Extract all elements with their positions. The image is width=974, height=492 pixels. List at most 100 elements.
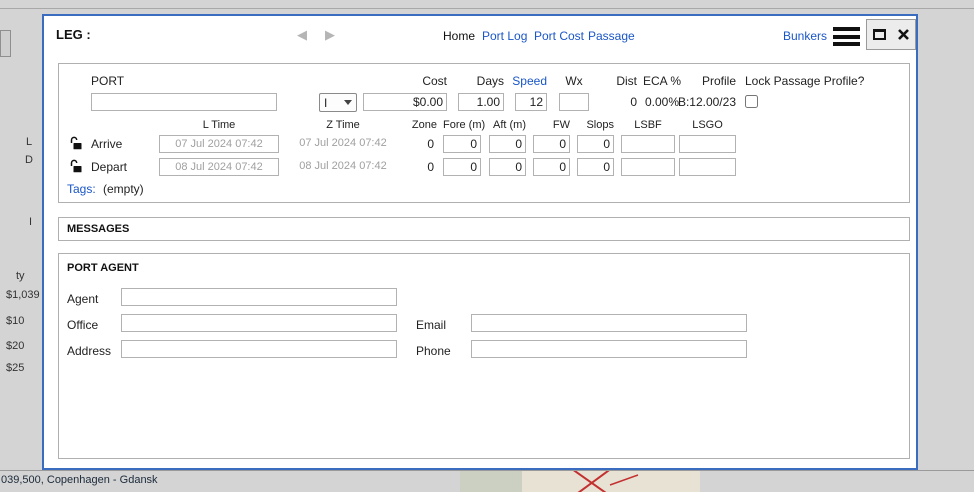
background-panel-fragment (0, 30, 11, 57)
arrive-lsgo-input[interactable] (679, 135, 736, 153)
background-text-fragment: D (25, 154, 33, 166)
cost-header: Cost (411, 74, 447, 88)
background-text-fragment: ty (16, 270, 25, 282)
close-icon (897, 28, 910, 41)
agent-label: Agent (67, 292, 98, 306)
days-header: Days (468, 74, 504, 88)
nav-previous-icon[interactable]: ◀ (297, 27, 307, 43)
nav-link-port-cost[interactable]: Port Cost (534, 29, 584, 43)
address-label: Address (67, 344, 111, 358)
address-input[interactable] (121, 340, 397, 358)
hamburger-bar (833, 27, 860, 31)
fw-header: FW (533, 119, 570, 131)
email-input[interactable] (471, 314, 747, 332)
lsgo-header: LSGO (679, 119, 736, 131)
nav-next-icon[interactable]: ▶ (325, 27, 335, 43)
depart-fw-input[interactable] (533, 158, 570, 176)
nav-link-port-log[interactable]: Port Log (482, 29, 527, 43)
wx-header: Wx (559, 74, 589, 88)
tags-value: (empty) (103, 182, 144, 196)
nav-link-passage[interactable]: Passage (588, 29, 635, 43)
cost-input[interactable] (363, 93, 447, 111)
lock-open-icon[interactable] (69, 159, 83, 173)
leg-type-value: I (324, 96, 327, 110)
depart-ltime-input[interactable] (159, 158, 279, 176)
fore-header: Fore (m) (443, 119, 481, 131)
ztime-header: Z Time (293, 119, 393, 131)
arrive-lsbf-input[interactable] (621, 135, 675, 153)
leg-section: PORT Cost Days Speed Wx Dist ECA % Profi… (58, 63, 910, 203)
speed-input[interactable] (515, 93, 547, 111)
lock-passage-profile-label: Lock Passage Profile? (745, 74, 864, 88)
background-text-fragment: I (29, 216, 32, 228)
map-land-shape (460, 471, 522, 492)
background-map (460, 471, 700, 492)
maximize-icon (873, 29, 886, 40)
arrive-zone-value: 0 (407, 137, 434, 151)
port-agent-section: PORT AGENT Agent Office Email Address Ph… (58, 253, 910, 459)
email-label: Email (416, 318, 446, 332)
background-route-text: 039,500, Copenhagen - Gdansk (1, 474, 158, 486)
dialog-title: LEG : (56, 27, 91, 42)
depart-lsbf-input[interactable] (621, 158, 675, 176)
background-text-fragment: $25 (6, 362, 24, 374)
dist-header: Dist (607, 74, 637, 88)
arrive-slops-input[interactable] (577, 135, 614, 153)
hamburger-bar (833, 35, 860, 39)
window-controls (866, 19, 916, 50)
office-label: Office (67, 318, 98, 332)
lsbf-header: LSBF (621, 119, 675, 131)
depart-aft-input[interactable] (489, 158, 526, 176)
phone-input[interactable] (471, 340, 747, 358)
background-text-fragment: $20 (6, 340, 24, 352)
arrive-aft-input[interactable] (489, 135, 526, 153)
agent-input[interactable] (121, 288, 397, 306)
screen: { "colors": { "modal_border": "#3a6cc0",… (0, 0, 974, 492)
background-text-fragment: $10 (6, 315, 24, 327)
close-button[interactable] (895, 26, 912, 43)
leg-dialog: LEG : ◀ ▶ Home Port Log Port Cost Passag… (42, 14, 918, 470)
hamburger-menu-icon[interactable] (833, 27, 860, 46)
slops-header: Slops (577, 119, 614, 131)
messages-title: MESSAGES (67, 223, 129, 235)
arrive-ztime-value: 07 Jul 2024 07:42 (293, 137, 393, 149)
aft-header: Aft (m) (489, 119, 526, 131)
wx-input[interactable] (559, 93, 589, 111)
ltime-header: L Time (169, 119, 269, 131)
depart-label: Depart (91, 160, 127, 174)
arrive-ltime-input[interactable] (159, 135, 279, 153)
depart-fore-input[interactable] (443, 158, 481, 176)
background-text-fragment: L (26, 136, 32, 148)
arrive-label: Arrive (91, 137, 122, 151)
nav-link-home[interactable]: Home (443, 29, 475, 43)
lock-open-icon[interactable] (69, 136, 83, 150)
speed-header-link[interactable]: Speed (509, 74, 547, 88)
phone-label: Phone (416, 344, 451, 358)
port-agent-title: PORT AGENT (67, 262, 139, 274)
leg-type-select[interactable]: I (319, 93, 357, 112)
days-input[interactable] (458, 93, 504, 111)
port-input[interactable] (91, 93, 277, 111)
eca-value: 0.00% (643, 95, 679, 109)
port-label: PORT (91, 74, 124, 88)
lock-passage-profile-checkbox[interactable] (745, 95, 758, 108)
maximize-button[interactable] (871, 26, 888, 43)
depart-slops-input[interactable] (577, 158, 614, 176)
arrive-fw-input[interactable] (533, 135, 570, 153)
profile-value: B:12.00/23 (676, 95, 736, 109)
zone-header: Zone (407, 119, 437, 131)
tags-link[interactable]: Tags: (67, 182, 96, 196)
profile-header: Profile (696, 74, 736, 88)
hamburger-bar (833, 42, 860, 46)
office-input[interactable] (121, 314, 397, 332)
background-top-divider (0, 8, 974, 9)
background-text-fragment: $1,039 (6, 289, 40, 301)
messages-section: MESSAGES (58, 217, 910, 241)
eca-header: ECA % (643, 74, 679, 88)
arrive-fore-input[interactable] (443, 135, 481, 153)
chevron-down-icon (344, 100, 352, 105)
depart-ztime-value: 08 Jul 2024 07:42 (293, 160, 393, 172)
nav-link-bunkers[interactable]: Bunkers (783, 29, 827, 43)
depart-zone-value: 0 (407, 160, 434, 174)
depart-lsgo-input[interactable] (679, 158, 736, 176)
